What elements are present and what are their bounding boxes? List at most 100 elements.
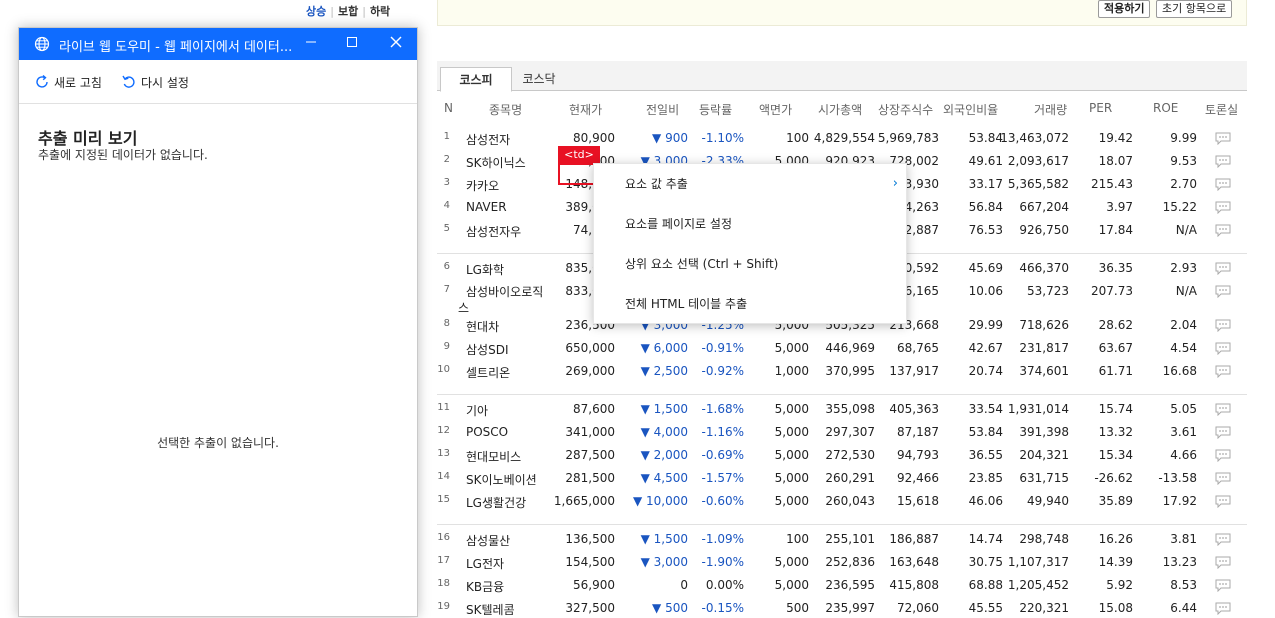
- cell-name[interactable]: 기아: [466, 402, 488, 419]
- menu-set-element-as-page[interactable]: 요소를 페이지로 설정: [594, 204, 906, 244]
- discussion-icon[interactable]: [1215, 579, 1231, 592]
- cell-n: 18: [437, 578, 450, 589]
- cell-name[interactable]: 카카오: [466, 177, 499, 194]
- cell-name[interactable]: 삼성바이오로직스: [458, 284, 546, 316]
- cell-name[interactable]: 현대차: [466, 318, 499, 335]
- cell-price: 650,000: [565, 341, 615, 355]
- cell-name[interactable]: 삼성SDI: [466, 341, 508, 358]
- cell-foreign: 36.55: [968, 448, 1003, 462]
- cell-foreign: 30.75: [968, 555, 1003, 569]
- refresh-button[interactable]: 새로 고침: [34, 71, 102, 93]
- cell-vol: 13,463,072: [1000, 131, 1069, 145]
- column-header[interactable]: 전일비: [646, 101, 679, 118]
- cell-name[interactable]: 삼성전자우: [466, 223, 521, 240]
- cell-face: 5,000: [774, 448, 809, 462]
- apply-button[interactable]: 적용하기: [1098, 0, 1151, 18]
- cell-n: 7: [443, 284, 450, 295]
- cell-name[interactable]: LG전자: [466, 555, 504, 572]
- column-header[interactable]: 액면가: [759, 101, 792, 118]
- discussion-icon[interactable]: [1215, 556, 1231, 569]
- cell-diff: ▼ 10,000: [632, 494, 688, 508]
- cell-name[interactable]: 현대모비스: [466, 448, 521, 465]
- column-header[interactable]: 종목명: [489, 101, 522, 118]
- cell-per: 215.43: [1091, 177, 1133, 191]
- discussion-icon[interactable]: [1215, 472, 1231, 485]
- cell-rate: -1.10%: [701, 131, 744, 145]
- reset-defaults-button[interactable]: 초기 항목으로: [1156, 0, 1233, 18]
- minimize-button[interactable]: [301, 34, 321, 54]
- cell-cap: 260,291: [825, 471, 875, 485]
- cell-n: 19: [437, 601, 450, 612]
- discussion-icon[interactable]: [1215, 426, 1231, 439]
- cell-rate: -0.60%: [701, 494, 744, 508]
- filter-flat-link[interactable]: 보합: [338, 5, 358, 18]
- column-header: N: [444, 101, 453, 115]
- cell-foreign: 49.61: [968, 154, 1003, 168]
- discussion-icon[interactable]: [1215, 262, 1231, 275]
- cell-price: 87,600: [573, 402, 615, 416]
- cell-foreign: 45.55: [968, 601, 1003, 615]
- cell-name[interactable]: NAVER: [466, 200, 507, 214]
- undo-icon: [122, 75, 135, 88]
- cell-name[interactable]: 삼성전자: [466, 131, 510, 148]
- menu-extract-html-table[interactable]: 전체 HTML 테이블 추출: [594, 284, 906, 324]
- cell-name[interactable]: LG화학: [466, 261, 504, 278]
- filter-rise-link[interactable]: 상승: [306, 5, 326, 18]
- cell-shares: 405,363: [889, 402, 939, 416]
- column-header[interactable]: 시가총액: [818, 101, 862, 118]
- discussion-icon[interactable]: [1215, 342, 1231, 355]
- tab-kospi[interactable]: 코스피: [440, 67, 512, 92]
- column-header[interactable]: 등락률: [699, 101, 732, 118]
- discussion-icon[interactable]: [1215, 533, 1231, 546]
- cell-face: 1,000: [774, 364, 809, 378]
- discussion-icon[interactable]: [1215, 155, 1231, 168]
- discussion-icon[interactable]: [1215, 365, 1231, 378]
- cell-name[interactable]: POSCO: [466, 425, 508, 439]
- cell-name[interactable]: SK텔레콤: [466, 601, 515, 618]
- discussion-icon[interactable]: [1215, 495, 1231, 508]
- cell-roe: N/A: [1175, 223, 1197, 237]
- cell-shares: 72,060: [897, 601, 939, 615]
- column-header[interactable]: 상장주식수: [878, 101, 933, 118]
- close-button[interactable]: [386, 34, 406, 54]
- column-header[interactable]: 현재가: [569, 101, 602, 118]
- column-header[interactable]: ROE: [1153, 101, 1178, 115]
- discussion-icon[interactable]: [1215, 178, 1231, 191]
- minimize-icon: [306, 41, 316, 43]
- cell-name[interactable]: SK하이닉스: [466, 154, 526, 171]
- cell-diff: ▼ 1,500: [640, 402, 688, 416]
- cell-cap: 260,043: [825, 494, 875, 508]
- column-header[interactable]: 외국인비율: [943, 101, 998, 118]
- cell-rate: -1.09%: [701, 532, 744, 546]
- cell-roe: 3.61: [1170, 425, 1197, 439]
- filter-fall-link[interactable]: 하락: [370, 5, 390, 18]
- cell-rate: -0.69%: [701, 448, 744, 462]
- discussion-icon[interactable]: [1215, 602, 1231, 615]
- cell-name[interactable]: SK이노베이션: [466, 471, 537, 488]
- cell-per: 63.67: [1098, 341, 1133, 355]
- discussion-icon[interactable]: [1215, 201, 1231, 214]
- pane-toolbar: 새로 고침 다시 설정: [19, 60, 417, 104]
- cell-name[interactable]: 삼성물산: [466, 532, 510, 549]
- cell-name[interactable]: KB금융: [466, 578, 504, 595]
- discussion-icon[interactable]: [1215, 403, 1231, 416]
- menu-extract-element-value[interactable]: 요소 값 추출 ›: [594, 164, 906, 204]
- menu-select-parent-element[interactable]: 상위 요소 선택 (Ctrl + Shift): [594, 244, 906, 284]
- cell-roe: 2.70: [1170, 177, 1197, 191]
- tab-kosdaq[interactable]: 코스닥: [519, 67, 559, 92]
- discussion-icon[interactable]: [1215, 224, 1231, 237]
- discussion-icon[interactable]: [1215, 449, 1231, 462]
- discussion-icon[interactable]: [1215, 285, 1231, 298]
- cell-roe: 4.66: [1170, 448, 1197, 462]
- cell-per: 15.74: [1098, 402, 1133, 416]
- cell-name[interactable]: 셀트리온: [466, 364, 510, 381]
- maximize-button[interactable]: [342, 34, 362, 54]
- cell-n: 15: [437, 494, 450, 505]
- discussion-icon[interactable]: [1215, 132, 1231, 145]
- column-header[interactable]: PER: [1089, 101, 1112, 115]
- cell-name[interactable]: LG생활건강: [466, 494, 526, 511]
- discussion-icon[interactable]: [1215, 319, 1231, 332]
- reset-button[interactable]: 다시 설정: [121, 71, 189, 93]
- column-header[interactable]: 거래량: [1034, 101, 1067, 118]
- cell-foreign: 33.17: [968, 177, 1003, 191]
